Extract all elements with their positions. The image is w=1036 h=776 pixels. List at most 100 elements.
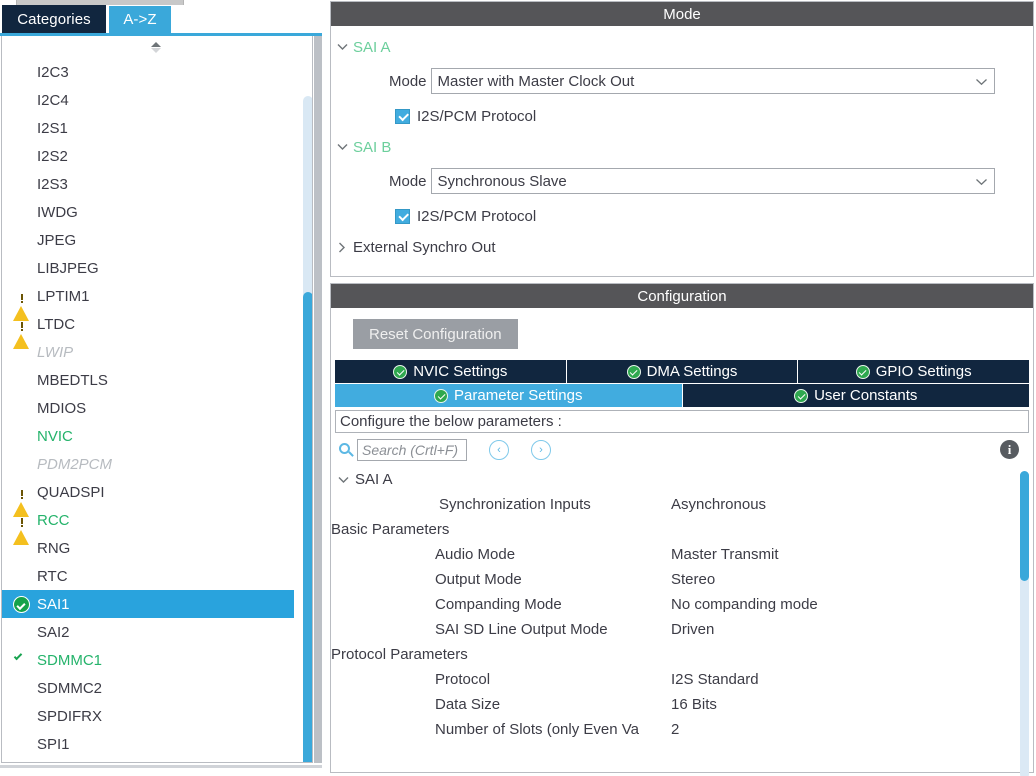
sidebar-item-i2c3[interactable]: I2C3	[2, 58, 294, 86]
mode-group-sai-b-header[interactable]: SAI B	[331, 132, 1033, 162]
sidebar-item-label: SPI1	[37, 735, 70, 753]
parameter-list-scrollbar-track[interactable]	[1020, 471, 1029, 776]
sidebar-item-quadspi[interactable]: QUADSPI	[2, 478, 294, 517]
tab-parameter-settings[interactable]: Parameter Settings	[335, 384, 683, 407]
parameter-value[interactable]: No companding mode	[671, 596, 818, 613]
parameter-value[interactable]: 16 Bits	[671, 696, 717, 713]
sidebar-item-i2s1[interactable]: I2S1	[2, 114, 294, 142]
parameter-name: Protocol	[435, 671, 491, 688]
sidebar-item-label: MBEDTLS	[37, 371, 108, 389]
sidebar-item-nvic[interactable]: NVIC	[2, 422, 294, 450]
parameter-value[interactable]: Stereo	[671, 571, 715, 588]
search-previous-icon[interactable]: ‹	[489, 440, 509, 460]
mode-label-sai-b: Mode	[389, 172, 427, 190]
checkbox-row-i2s-pcm-sai-b[interactable]: I2S/PCM Protocol	[331, 200, 1033, 232]
parameter-row[interactable]: Number of Slots (only Even Va 2	[331, 717, 999, 742]
mode-row-sai-b: Mode Synchronous Slave	[331, 162, 1033, 200]
parameter-value[interactable]: Master Transmit	[671, 546, 779, 563]
sidebar-item-i2s3[interactable]: I2S3	[2, 170, 294, 198]
status-icon-none	[12, 426, 32, 446]
sidebar-item-mbedtls[interactable]: MBEDTLS	[2, 366, 294, 394]
parameter-row[interactable]: SAI SD Line Output Mode Driven	[331, 617, 999, 642]
sidebar-item-pdm2pcm[interactable]: PDM2PCM	[2, 450, 294, 478]
peripheral-sidebar: Categories A->Z I2C3 I2C4 I2S1 I2S2 I2S3 IWDG…	[0, 0, 322, 776]
status-icon-none	[12, 454, 32, 474]
sidebar-tab-a-to-z-label: A->Z	[123, 11, 157, 28]
mode-group-external-synchro-out-header[interactable]: External Synchro Out	[331, 232, 1033, 262]
sidebar-item-label: JPEG	[37, 231, 77, 249]
mode-group-sai-b-label: SAI B	[353, 138, 392, 156]
parameter-row[interactable]: Audio Mode Master Transmit	[331, 542, 999, 567]
status-icon-none	[12, 706, 32, 726]
sidebar-item-spi2[interactable]: SPI2	[2, 758, 294, 762]
sidebar-item-mdios[interactable]: MDIOS	[2, 394, 294, 422]
sidebar-item-spdifrx[interactable]: SPDIFRX	[2, 702, 294, 730]
sidebar-item-jpeg[interactable]: JPEG	[2, 226, 294, 254]
sort-updown-icon[interactable]	[150, 40, 162, 54]
parameter-row[interactable]: Companding Mode No companding mode	[331, 592, 999, 617]
chevron-down-icon[interactable]	[331, 43, 353, 51]
parameter-row[interactable]: Synchronization Inputs Asynchronous	[331, 492, 999, 517]
parameter-row[interactable]: Output Mode Stereo	[331, 567, 999, 592]
checkbox-i2s-pcm-sai-a[interactable]	[395, 108, 410, 124]
chevron-right-icon[interactable]	[331, 242, 353, 253]
parameter-tree-root-sai-a[interactable]: SAI A	[331, 467, 999, 492]
parameter-name: Audio Mode	[435, 546, 516, 563]
sidebar-item-lptim1[interactable]: LPTIM1	[2, 282, 294, 321]
tab-user-constants[interactable]: User Constants	[682, 384, 1029, 407]
sidebar-item-spi1[interactable]: SPI1	[2, 730, 294, 758]
warning-icon	[12, 286, 32, 321]
tab-dma-settings[interactable]: DMA Settings	[566, 360, 799, 383]
check-circle-icon	[12, 594, 32, 614]
sidebar-item-label: PDM2PCM	[37, 455, 113, 473]
mode-select-sai-b[interactable]: Synchronous Slave	[430, 168, 995, 194]
sidebar-tab-a-to-z[interactable]: A->Z	[108, 5, 172, 33]
search-input[interactable]	[357, 439, 467, 461]
sidebar-item-rng[interactable]: RNG	[2, 534, 294, 562]
sidebar-item-sai1[interactable]: SAI1	[2, 590, 294, 618]
tab-gpio-settings[interactable]: GPIO Settings	[798, 360, 1030, 383]
chevron-down-icon[interactable]	[331, 476, 355, 484]
sidebar-item-iwdg[interactable]: IWDG	[2, 198, 294, 226]
sidebar-tab-categories[interactable]: Categories	[2, 5, 106, 33]
mode-group-sai-a-header[interactable]: SAI A	[331, 32, 1033, 62]
sidebar-item-lwip[interactable]: LWIP	[2, 338, 294, 366]
sidebar-item-libjpeg[interactable]: LIBJPEG	[2, 254, 294, 282]
peripheral-list-header	[2, 36, 312, 58]
config-tabs-row-1: NVIC Settings DMA Settings GPIO Settings	[335, 360, 1030, 383]
parameter-value[interactable]: Driven	[671, 621, 714, 638]
sidebar-item-i2s2[interactable]: I2S2	[2, 142, 294, 170]
checkbox-i2s-pcm-sai-b[interactable]	[395, 208, 410, 224]
chevron-down-icon[interactable]	[331, 143, 353, 151]
peripheral-list[interactable]: I2C3 I2C4 I2S1 I2S2 I2S3 IWDG JPEG LIBJPEG LPTIM…	[2, 58, 294, 762]
info-icon[interactable]: i	[1000, 440, 1019, 459]
mode-select-sai-a[interactable]: Master with Master Clock Out	[430, 68, 995, 94]
sidebar-item-label: NVIC	[37, 427, 73, 445]
sidebar-scrollbar-thumb[interactable]	[303, 292, 312, 762]
parameter-row[interactable]: Data Size 16 Bits	[331, 692, 999, 717]
search-next-icon[interactable]: ›	[531, 440, 551, 460]
sidebar-item-rcc[interactable]: RCC	[2, 506, 294, 545]
parameter-row[interactable]: Protocol I2S Standard	[331, 667, 999, 692]
sidebar-item-sai2[interactable]: SAI2	[2, 618, 294, 646]
parameter-list: SAI A Synchronization Inputs Asynchronous…	[331, 467, 999, 742]
parameter-value[interactable]: Asynchronous	[671, 496, 766, 513]
status-icon-none	[12, 90, 32, 110]
sidebar-item-sdmmc1[interactable]: SDMMC1	[2, 646, 294, 674]
sidebar-item-sdmmc2[interactable]: SDMMC2	[2, 674, 294, 702]
sidebar-scrollbar-track[interactable]	[303, 96, 312, 762]
status-icon-none	[12, 398, 32, 418]
mode-group-external-synchro-out-label: External Synchro Out	[353, 238, 496, 256]
sidebar-item-label: QUADSPI	[37, 483, 105, 501]
parameter-list-scrollbar-thumb[interactable]	[1020, 471, 1029, 581]
parameter-value[interactable]: 2	[671, 721, 679, 738]
tab-nvic-settings[interactable]: NVIC Settings	[335, 360, 567, 383]
parameter-value[interactable]: I2S Standard	[671, 671, 759, 688]
reset-configuration-button[interactable]: Reset Configuration	[353, 319, 518, 349]
status-icon-none	[12, 370, 32, 390]
checkbox-row-i2s-pcm-sai-a[interactable]: I2S/PCM Protocol	[331, 100, 1033, 132]
sidebar-bottom-border	[0, 765, 322, 768]
sidebar-item-i2c4[interactable]: I2C4	[2, 86, 294, 114]
sidebar-item-rtc[interactable]: RTC	[2, 562, 294, 590]
sidebar-item-ltdc[interactable]: LTDC	[2, 310, 294, 349]
